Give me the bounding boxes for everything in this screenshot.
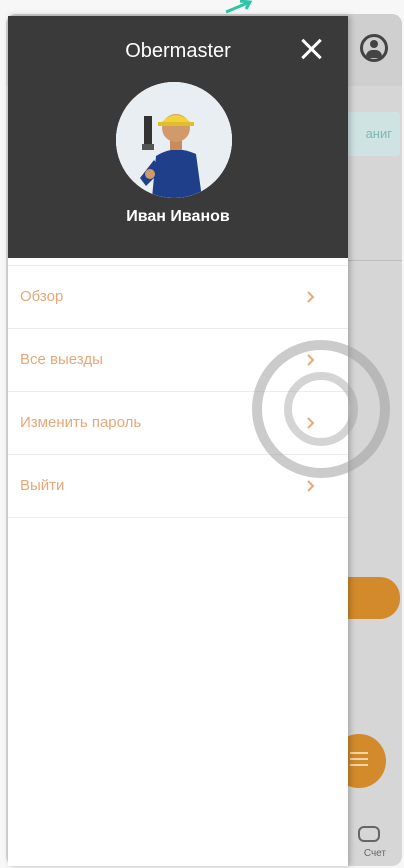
avatar — [116, 82, 232, 198]
user-name: Иван Иванов — [126, 208, 230, 225]
chevron-right-icon — [307, 480, 315, 492]
pointer-arrow-icon — [225, 0, 253, 14]
drawer-header: Obermaster Иван Иванов — [8, 16, 348, 258]
chevron-right-icon — [307, 291, 315, 303]
profile-icon[interactable] — [360, 34, 388, 62]
touch-ripple-indicator — [252, 340, 390, 478]
wallet-icon[interactable] — [358, 826, 380, 842]
drawer-title: Obermaster — [125, 40, 231, 62]
menu-item-overview[interactable]: Обзор — [8, 265, 348, 329]
background-tab[interactable]: аниг — [344, 112, 400, 156]
divider — [342, 260, 402, 261]
menu-item-label: Выйти — [20, 477, 65, 494]
menu-item-label: Обзор — [20, 288, 64, 305]
menu-item-label: Все выезды — [20, 351, 103, 368]
close-icon[interactable] — [298, 36, 324, 62]
bottom-nav-label[interactable]: Счет — [364, 848, 386, 859]
menu-item-label: Изменить пароль — [20, 414, 142, 431]
screen: аниг Счет Obermaster Иван Иванов Обзор В… — [0, 0, 404, 868]
